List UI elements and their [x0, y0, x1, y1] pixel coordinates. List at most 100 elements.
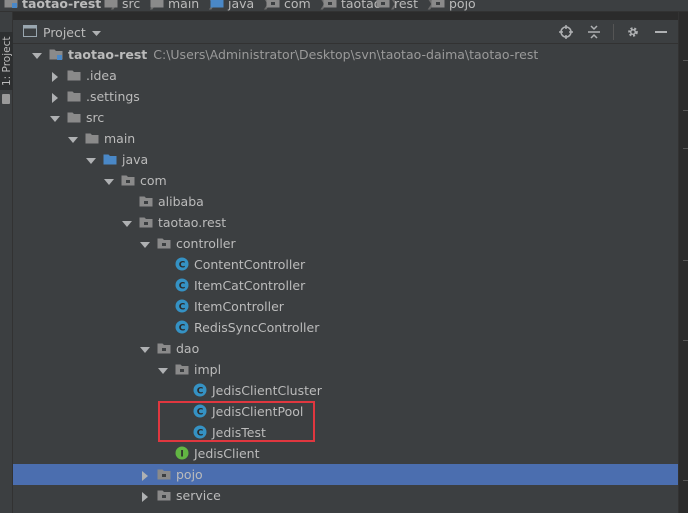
tree-node[interactable]: impl — [13, 359, 678, 380]
tree-expanded-arrow-icon[interactable] — [104, 175, 114, 185]
svg-text:C: C — [179, 261, 186, 271]
tree-collapsed-arrow-icon[interactable] — [140, 469, 150, 481]
tree-node-label: JedisClientCluster — [212, 383, 322, 398]
tree-node-label: JedisClient — [194, 446, 260, 461]
tree-node-label: JedisClientPool — [212, 404, 303, 419]
side-strip-icon[interactable] — [2, 94, 10, 104]
tree-node-name: service — [176, 488, 221, 503]
project-tool-window-header: Project — [13, 20, 678, 44]
tree-node[interactable]: java — [13, 149, 678, 170]
tree-node-label: dao — [176, 341, 199, 356]
class-icon: C — [193, 425, 207, 439]
tree-node-label: controller — [176, 236, 236, 251]
breadcrumb-item[interactable]: com ❯ — [266, 0, 328, 11]
tree-node-label: pojo — [176, 467, 203, 482]
tree-node-name: taotao-rest — [68, 47, 148, 62]
tree-node[interactable]: com — [13, 170, 678, 191]
tree-node-name: JedisClientCluster — [212, 383, 322, 398]
tree-node[interactable]: dao — [13, 338, 678, 359]
breadcrumb-item[interactable]: taotao-rest❯ — [4, 0, 118, 11]
folder-icon — [150, 0, 164, 11]
tree-collapsed-arrow-icon[interactable] — [50, 91, 60, 103]
source-folder-icon — [103, 152, 117, 166]
tree-node[interactable]: src — [13, 107, 678, 128]
tree-node[interactable]: C JedisTest — [13, 422, 678, 443]
tree-expanded-arrow-icon[interactable] — [140, 238, 150, 248]
tree-node[interactable]: pojo — [13, 464, 678, 485]
hide-icon[interactable] — [652, 23, 670, 41]
svg-text:C: C — [179, 282, 186, 292]
tree-node-name: .idea — [86, 68, 117, 83]
package-icon — [121, 173, 135, 187]
tree-node-name: main — [104, 131, 136, 146]
editor-gutter-mark — [683, 148, 688, 149]
tree-node[interactable]: C ItemController — [13, 296, 678, 317]
svg-text:C: C — [179, 324, 186, 334]
package-icon — [157, 341, 171, 355]
tree-expanded-arrow-icon[interactable] — [68, 133, 78, 143]
tree-node[interactable]: C JedisClientCluster — [13, 380, 678, 401]
project-tree[interactable]: taotao-rest C:\Users\Administrator\Deskto… — [13, 44, 678, 513]
tree-node-name: src — [86, 110, 105, 125]
tree-node[interactable]: C JedisClientPool — [13, 401, 678, 422]
tree-node[interactable]: C ItemCatController — [13, 275, 678, 296]
settings-icon[interactable] — [624, 23, 642, 41]
folder-icon — [67, 68, 81, 82]
breadcrumb-label: com — [284, 0, 311, 11]
tree-node[interactable]: service — [13, 485, 678, 506]
tree-node[interactable]: controller — [13, 233, 678, 254]
tree-node[interactable]: taotao.rest — [13, 212, 678, 233]
breadcrumb-item[interactable]: pojo — [431, 0, 476, 11]
package-icon — [139, 194, 153, 208]
tree-node[interactable]: C RedisSyncController — [13, 317, 678, 338]
collapse-all-icon[interactable] — [585, 23, 603, 41]
tree-expanded-arrow-icon[interactable] — [50, 112, 60, 122]
locate-icon[interactable] — [557, 23, 575, 41]
tree-node[interactable]: .idea — [13, 65, 678, 86]
tree-node-name: impl — [194, 362, 222, 377]
tree-node[interactable]: taotao-rest C:\Users\Administrator\Deskto… — [13, 44, 678, 65]
project-side-tab-label[interactable]: 1: Project — [1, 32, 13, 90]
tree-node-name: pojo — [176, 467, 203, 482]
folder-icon — [67, 89, 81, 103]
folder-icon — [104, 0, 118, 11]
package-icon — [431, 0, 445, 11]
tree-node-name: JedisTest — [212, 425, 266, 440]
class-icon: C — [175, 278, 189, 292]
tree-collapsed-arrow-icon[interactable] — [140, 490, 150, 502]
class-icon: C — [193, 383, 207, 397]
svg-text:C: C — [197, 387, 204, 397]
tree-node-name: ItemCatController — [194, 278, 306, 293]
tree-expanded-arrow-icon[interactable] — [140, 343, 150, 353]
svg-text:C: C — [179, 303, 186, 313]
module-folder-icon — [49, 47, 63, 61]
svg-text:I: I — [180, 450, 183, 460]
chevron-down-icon — [91, 25, 101, 40]
tree-node[interactable]: C ContentController — [13, 254, 678, 275]
tree-node-label: RedisSyncController — [194, 320, 319, 335]
tree-node-name: alibaba — [158, 194, 204, 209]
svg-text:C: C — [197, 429, 204, 439]
tree-node[interactable]: alibaba — [13, 191, 678, 212]
tree-node-name: java — [122, 152, 149, 167]
tree-expanded-arrow-icon[interactable] — [86, 154, 96, 164]
tree-node-label: ItemController — [194, 299, 284, 314]
tree-node-label: ItemCatController — [194, 278, 305, 293]
editor-gutter-mark — [683, 480, 688, 481]
tree-node[interactable]: I JedisClient — [13, 443, 678, 464]
project-view-selector[interactable]: Project — [23, 24, 101, 40]
tree-expanded-arrow-icon[interactable] — [122, 217, 132, 227]
tree-node[interactable]: main — [13, 128, 678, 149]
class-icon: C — [193, 404, 207, 418]
tree-node[interactable]: .settings — [13, 86, 678, 107]
tree-expanded-arrow-icon[interactable] — [32, 49, 42, 59]
breadcrumb-item[interactable]: rest ❯ — [376, 0, 435, 11]
tree-node-name: RedisSyncController — [194, 320, 320, 335]
tree-node-name: JedisClientPool — [212, 404, 304, 419]
tree-expanded-arrow-icon[interactable] — [158, 364, 168, 374]
tree-node-label: com — [140, 173, 167, 188]
tree-collapsed-arrow-icon[interactable] — [50, 70, 60, 82]
toolbar-divider — [613, 24, 614, 40]
breadcrumb-item[interactable]: java❯ — [210, 0, 271, 11]
breadcrumb-item[interactable]: main❯ — [150, 0, 216, 11]
